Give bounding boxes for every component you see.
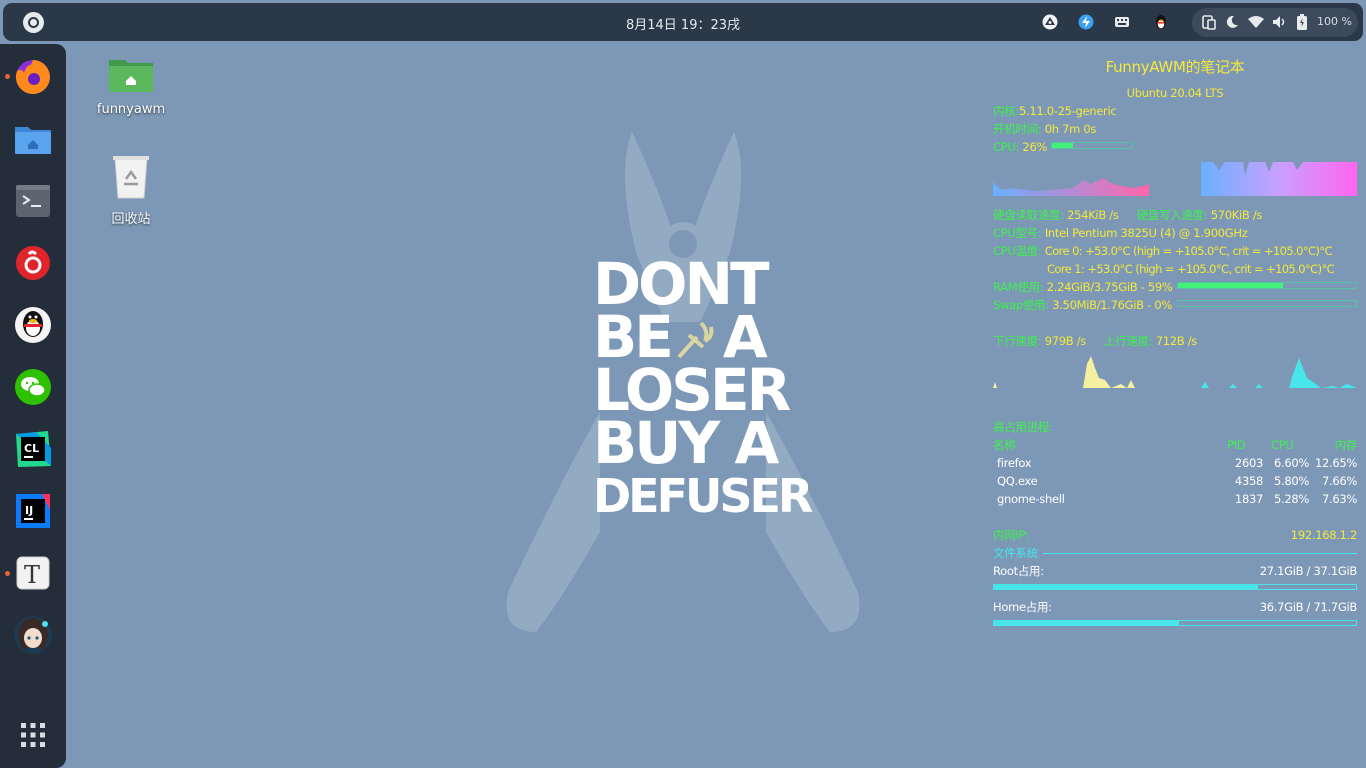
conky-home-usage: Home占用: 36.7GiB / 71.7GiB [993,600,1357,614]
battery-icon [1297,14,1307,30]
process-name: QQ.exe [997,474,1038,488]
wallpaper-text-line: BUY A [593,409,779,477]
conky-kernel: 内核:5.11.0-25-generic [993,104,1117,118]
wechat-icon[interactable] [12,366,54,408]
desktop-home-folder[interactable]: funnyawm [86,54,176,117]
conky-cpu-temp-core1: Core 1: +53.0°C (high = +105.0°C, crit =… [1047,262,1335,276]
running-indicator [5,571,10,576]
cpu-usage-bar [1051,142,1133,149]
netease-music-icon[interactable] [12,242,54,284]
volume-icon [1273,16,1285,28]
qq-icon[interactable] [12,304,54,346]
top-panel: 8月14日 19：23戌 100 % [3,3,1363,41]
typora-icon[interactable]: T [12,552,54,594]
process-name: firefox [997,456,1032,470]
conky-disk-io: 硬盘读取速度: 254KiB /s 硬盘写入速度: 570KiB /s [993,208,1263,222]
process-pid: 4358 [1234,474,1263,488]
wallpaper-slogan: DONT BE A LOSER BUY A DEFUSER [593,255,813,523]
process-cpu: 5.28% [1273,492,1309,506]
conky-cpu: CPU: 26% [993,140,1048,154]
desktop-trash[interactable]: 回收站 [86,154,176,227]
conky-cpu-temp-core0: CPU温度: Core 0: +53.0°C (high = +105.0°C,… [993,244,1332,258]
conky-network-speed: 下行速度: 979B /s 上行速度: 712B /s [993,334,1197,348]
conky-uptime: 开机时间: 0h 7m 0s [993,122,1097,136]
trash-icon [113,156,149,199]
app-grid-icon[interactable] [12,714,54,756]
svg-text:IJ: IJ [25,504,33,517]
conky-process-header: 名称 PID CPU 内存 [993,438,1357,452]
home-usage-bar [993,620,1357,626]
cpu-usage-graph [993,162,1357,196]
dock: CL IJ T [0,44,66,768]
root-usage-bar [993,584,1357,590]
conky-filesystem-title: 文件系统 [993,544,1357,562]
divider [1043,553,1357,554]
conky-process-title: 高占用进程: [993,420,1053,434]
conky-cpu-model: CPU型号: Intel Pentium 3825U (4) @ 1.900GH… [993,226,1248,240]
night-mode-icon [1226,15,1238,28]
terminal-icon[interactable] [12,180,54,222]
desktop-icon-label: funnyawm [96,102,166,117]
process-name: gnome-shell [997,492,1065,506]
intellij-idea-icon[interactable]: IJ [12,490,54,532]
clion-icon[interactable]: CL [12,428,54,470]
desktop-icon-label: 回收站 [111,212,151,227]
battery-percentage: 100 % [1317,15,1352,28]
ram-usage-bar [1177,282,1357,289]
process-pid: 1837 [1234,492,1263,506]
process-mem: 12.65% [1314,456,1357,470]
quick-settings-panel[interactable]: 100 % [1192,8,1358,37]
firefox-icon[interactable] [12,56,54,98]
svg-text:T: T [24,561,40,589]
avatar-app-icon[interactable] [12,614,54,656]
home-folder-icon [109,60,153,92]
steam-icon[interactable] [1042,14,1058,30]
process-mem: 7.63% [1321,492,1357,506]
process-pid: 2603 [1234,456,1263,470]
files-folder-icon[interactable] [12,118,54,160]
process-mem: 7.66% [1321,474,1357,488]
process-cpu: 6.60% [1273,456,1309,470]
wallpaper-text-line: DEFUSER [593,469,813,523]
svg-text:CL: CL [24,442,39,455]
process-cpu: 5.80% [1273,474,1309,488]
pliers-icon [677,321,714,359]
lightning-icon[interactable] [1078,14,1094,30]
keyboard-icon[interactable] [1114,14,1130,30]
wifi-icon [1248,16,1264,28]
conky-ip: 内网IP: 192.168.1.2 [993,528,1357,542]
conky-os: Ubuntu 20.04 LTS [1126,86,1224,100]
conky-title: FunnyAWM的笔记本 [1105,58,1245,76]
screen-icon [1202,15,1216,30]
qq-penguin-icon[interactable] [1153,14,1169,30]
network-speed-graph [993,356,1357,388]
conky-root-usage: Root占用: 27.1GiB / 37.1GiB [993,564,1357,578]
swap-usage-bar [1177,300,1357,307]
running-indicator [5,74,10,79]
